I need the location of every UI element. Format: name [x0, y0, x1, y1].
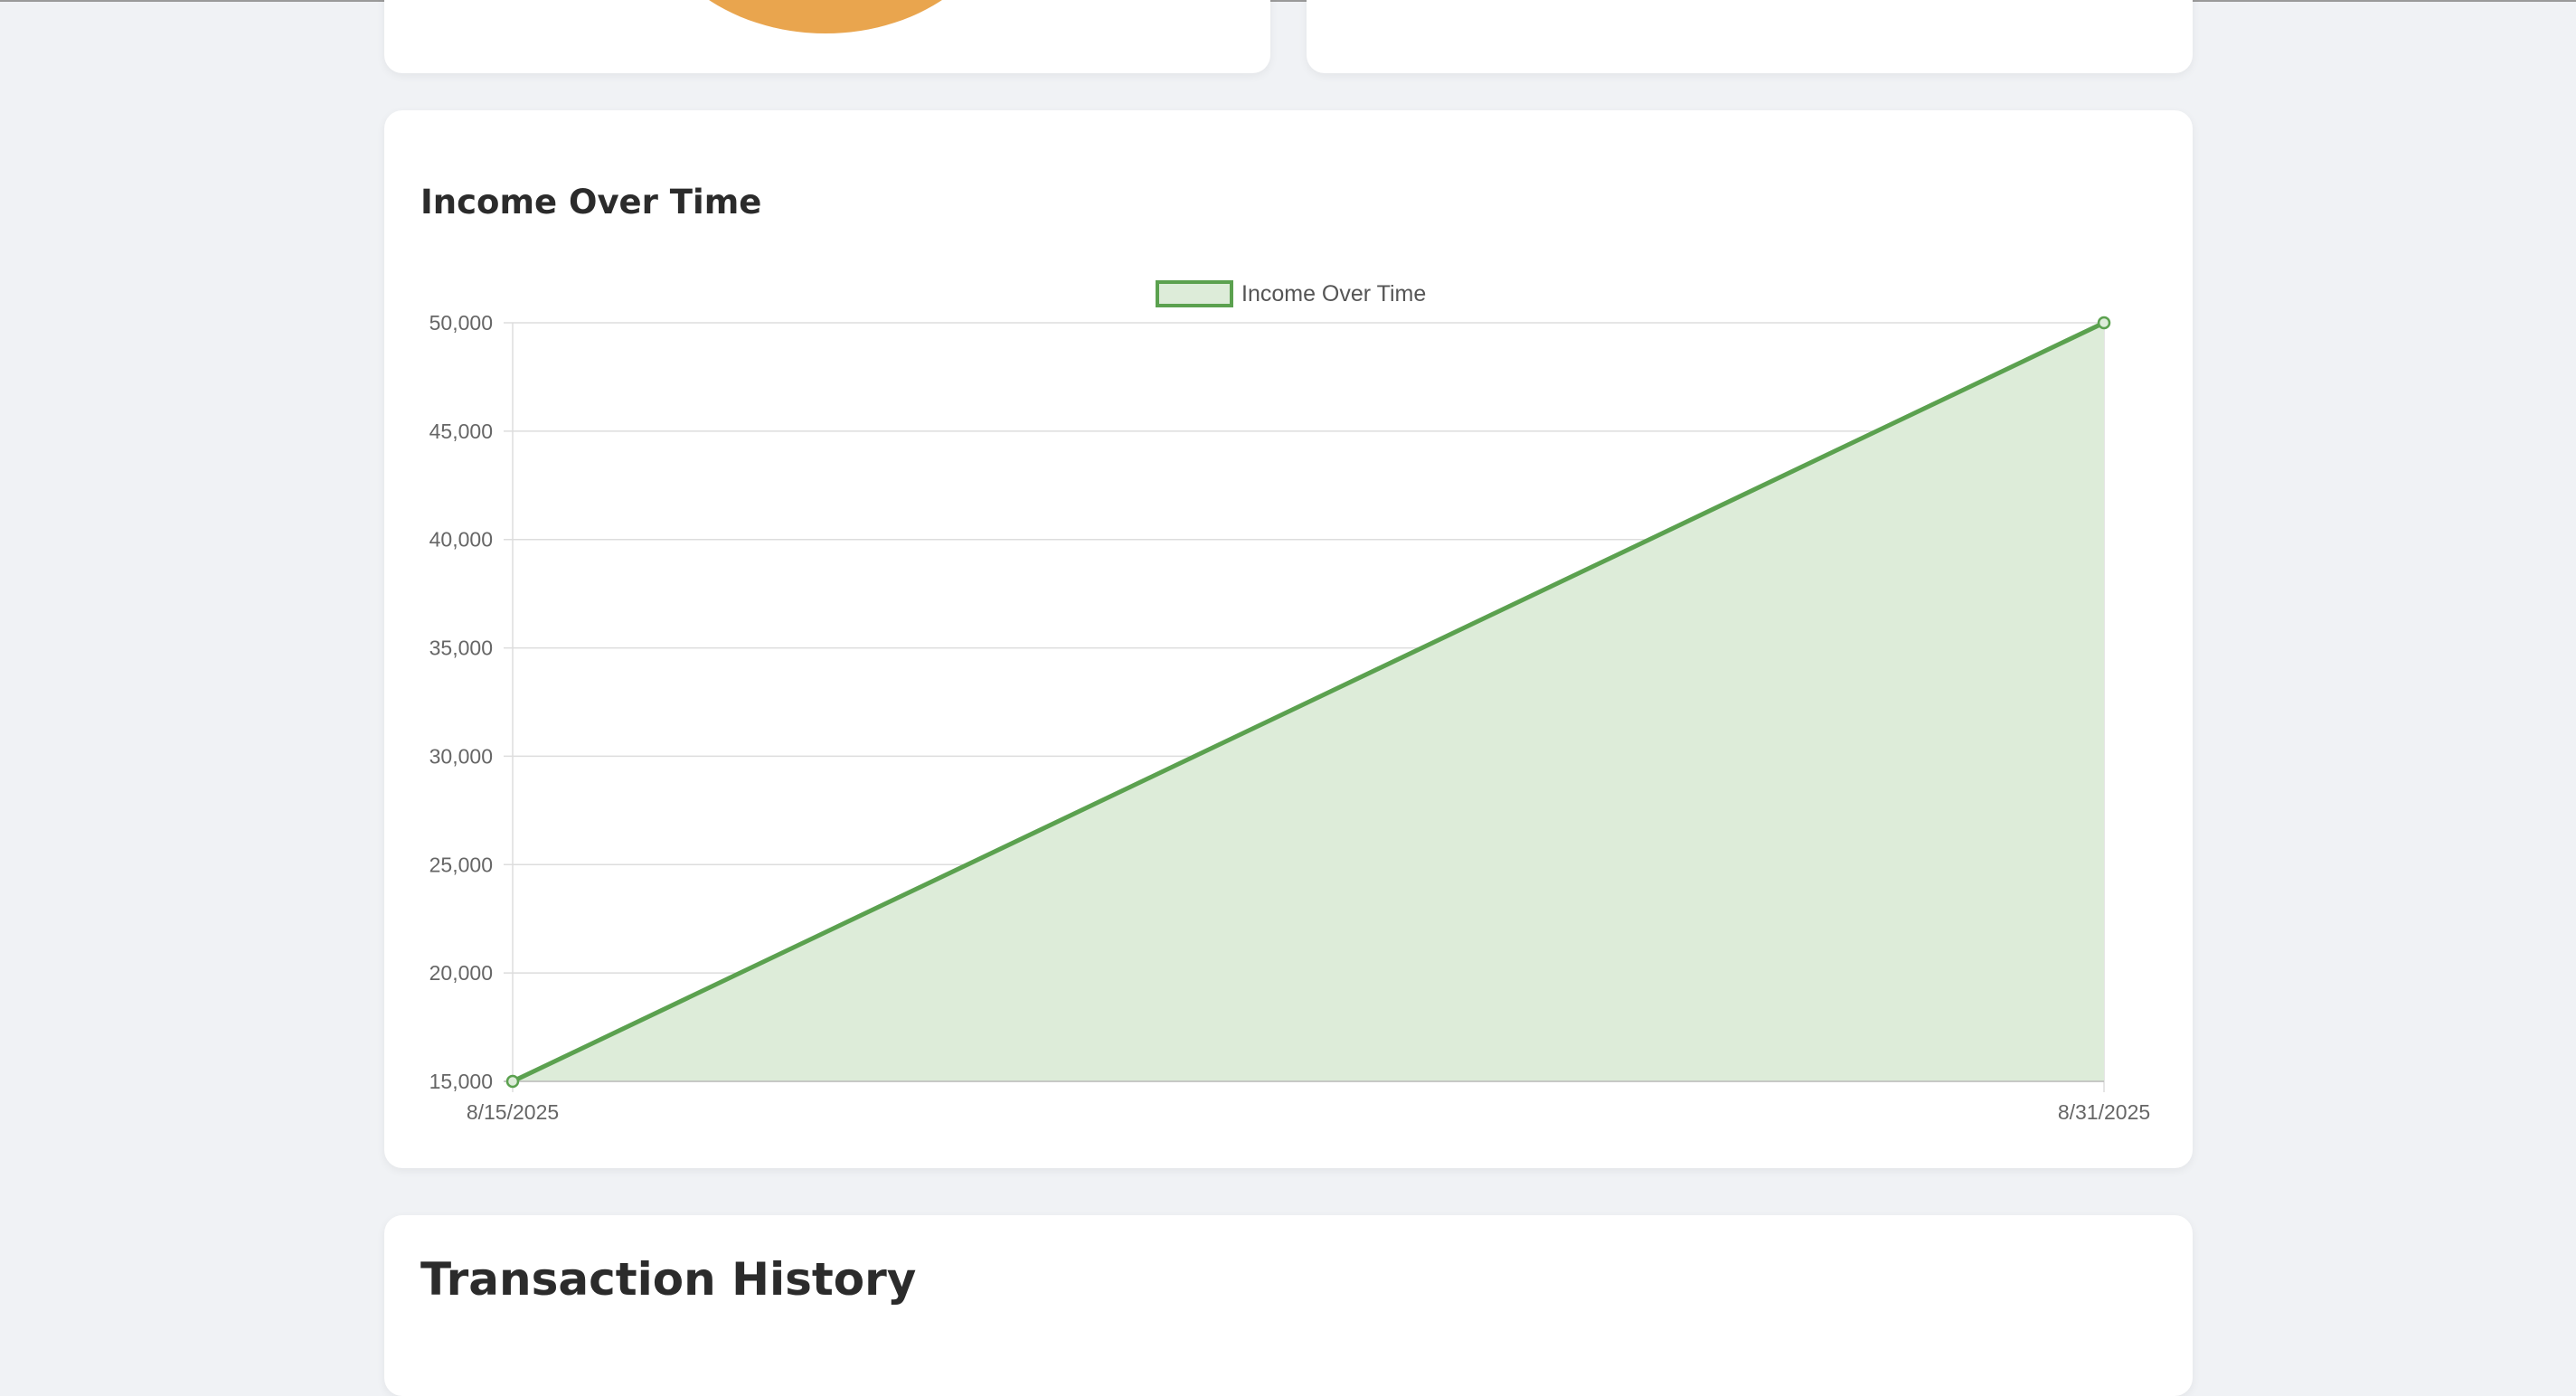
expense-breakdown-card	[384, 0, 1270, 73]
y-tick-label: 45,000	[429, 420, 493, 443]
y-tick-label: 15,000	[429, 1070, 493, 1093]
income-data-point[interactable]	[505, 1074, 520, 1089]
income-over-time-card: Income Over Time 15,000 20,000 25,000 30,00…	[384, 110, 2193, 1168]
y-tick-label: 40,000	[429, 528, 493, 552]
legend-label[interactable]: Income Over Time	[1241, 281, 1426, 307]
y-tick-label: 25,000	[429, 853, 493, 876]
summary-card	[1307, 0, 2193, 73]
income-line-chart[interactable]: 15,000 20,000 25,000 30,000 35,000 40,000 45,0…	[384, 110, 2193, 1168]
x-tick-label: 8/15/2025	[467, 1100, 559, 1124]
y-tick-label: 20,000	[429, 961, 493, 985]
income-data-point[interactable]	[2097, 316, 2111, 330]
x-tick-label: 8/31/2025	[2058, 1100, 2150, 1124]
y-tick-label: 30,000	[429, 744, 493, 768]
legend-swatch[interactable]	[1156, 280, 1233, 307]
y-tick-label: 50,000	[429, 311, 493, 335]
transactions-card-title: Transaction History	[420, 1253, 917, 1306]
transaction-history-card: Transaction History	[384, 1215, 2193, 1396]
pie-chart-slice[interactable]	[645, 0, 1006, 33]
y-tick-label: 35,000	[429, 637, 493, 660]
